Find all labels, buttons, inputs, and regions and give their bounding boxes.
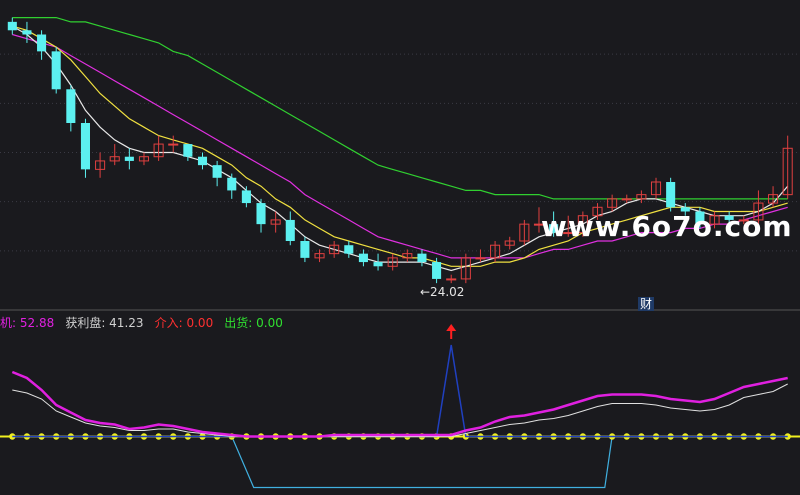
candle-body-down — [7, 21, 17, 31]
candle-body-down — [300, 241, 310, 258]
candle-body-down — [285, 219, 295, 241]
indicator-magenta-line — [11, 370, 788, 438]
indicator-ji-value: 机: 52.88 — [0, 316, 55, 330]
low-price-label: ←24.02 — [420, 285, 465, 299]
indicator-bar: 机: 52.88 获利盘: 41.23 介入: 0.00 出货: 0.00 — [0, 312, 800, 330]
ma-green-line — [12, 17, 788, 200]
indicator-entry-value: 介入: 0.00 — [154, 316, 214, 330]
candle-body-down — [37, 34, 47, 52]
candle-body-down — [212, 165, 222, 178]
financial-report-marker[interactable]: 财 — [638, 297, 655, 311]
candle-body-down — [80, 123, 90, 170]
candle-body-down — [358, 253, 368, 263]
candle-body-up — [621, 198, 632, 201]
candle-body-up — [168, 143, 179, 146]
candle-body-down — [256, 203, 266, 225]
candle-body-down — [666, 182, 676, 208]
candle-body-down — [241, 190, 251, 204]
candle-body-down — [22, 30, 32, 35]
indicator-blue-line — [12, 344, 788, 438]
candle-body-down — [227, 177, 237, 191]
candle-body-down — [51, 51, 61, 90]
watermark: www.6o7o.com — [541, 210, 793, 243]
candle-body-down — [197, 156, 208, 166]
candle-body-down — [432, 262, 442, 279]
indicator-profit-value: 获利盘: 41.23 — [65, 316, 144, 330]
candle-body-down — [373, 262, 383, 267]
candle-body-down — [183, 144, 193, 157]
indicator-exit-value: 出货: 0.00 — [224, 316, 283, 330]
stock-chart[interactable] — [0, 0, 800, 495]
candle-body-up — [475, 257, 486, 260]
indicator-cyan-trough — [231, 436, 613, 489]
candle-body-down — [344, 245, 354, 254]
candle-body-up — [446, 278, 457, 281]
candle-body-down — [124, 156, 134, 161]
candle-body-down — [417, 253, 427, 263]
candle-body-down — [66, 89, 76, 123]
